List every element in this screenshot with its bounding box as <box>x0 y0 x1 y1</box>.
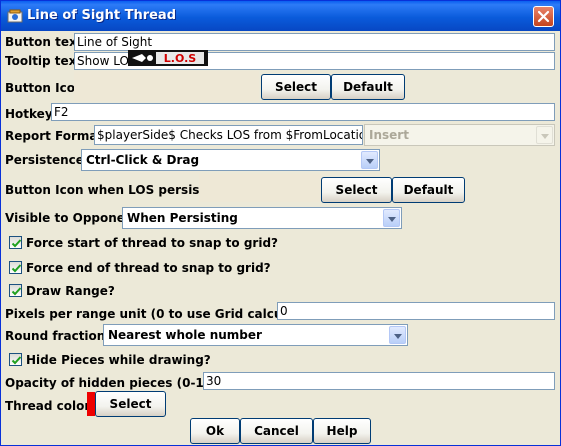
check-icon <box>11 356 22 365</box>
persist-icon-preview <box>199 174 321 202</box>
thread-color-label: Thread color: <box>5 399 96 413</box>
persistence-value: Ctrl-Click & Drag <box>86 153 200 167</box>
los-icon-text: L.O.S <box>164 52 196 65</box>
dialog-content: Button text: Line of Sight Tooltip text:… <box>1 31 560 445</box>
round-fractions-value: Nearest whole number <box>108 328 262 342</box>
visible-to-opponent-value: When Persisting <box>127 211 238 225</box>
chevron-down-icon[interactable] <box>389 326 406 344</box>
opacity-input[interactable]: 30 <box>203 372 555 390</box>
insert-dropdown[interactable]: Insert <box>364 124 555 146</box>
button-icon-default-button[interactable]: Default <box>331 74 405 100</box>
ok-button[interactable]: Ok <box>190 418 240 444</box>
help-button[interactable]: Help <box>313 418 371 444</box>
cancel-button[interactable]: Cancel <box>240 418 313 444</box>
app-icon <box>7 8 23 24</box>
persist-icon-select-button[interactable]: Select <box>321 177 392 203</box>
chevron-down-icon[interactable] <box>383 209 400 227</box>
check-icon <box>11 287 22 296</box>
hotkey-input[interactable]: F2 <box>51 103 555 121</box>
persist-icon-label: Button Icon when LOS persisting: <box>5 183 232 197</box>
round-fractions-dropdown[interactable]: Nearest whole number <box>103 324 408 346</box>
chevron-down-icon[interactable] <box>361 151 378 169</box>
hide-pieces-label: Hide Pieces while drawing? <box>26 353 211 367</box>
thread-color-swatch <box>87 392 95 416</box>
button-text-input[interactable]: Line of Sight <box>74 33 555 51</box>
window-title: Line of Sight Thread <box>27 8 176 23</box>
draw-range-label: Draw Range? <box>26 284 115 298</box>
check-icon <box>11 264 22 273</box>
report-format-input[interactable]: $playerSide$ Checks LOS from $FromLocati… <box>94 125 363 145</box>
button-icon-select-button[interactable]: Select <box>261 74 331 100</box>
dialog-window: Line of Sight Thread Button text: Line o… <box>0 0 561 446</box>
los-icon: L.O.S <box>128 50 208 66</box>
pixels-per-range-input[interactable]: 0 <box>277 302 555 320</box>
hotkey-label: Hotkey: <box>5 107 58 121</box>
hide-pieces-checkbox[interactable] <box>9 353 22 366</box>
snap-start-checkbox[interactable] <box>9 236 22 249</box>
close-icon <box>537 10 550 23</box>
button-icon-preview <box>74 71 259 101</box>
chevron-down-icon[interactable] <box>536 126 553 144</box>
close-button[interactable] <box>533 6 554 27</box>
thread-color-select-button[interactable]: Select <box>95 391 166 417</box>
persistence-label: Persistence: <box>5 153 89 167</box>
persistence-dropdown[interactable]: Ctrl-Click & Drag <box>81 149 380 171</box>
snap-start-label: Force start of thread to snap to grid? <box>26 236 278 250</box>
report-format-label: Report Format: <box>5 129 109 143</box>
draw-range-checkbox[interactable] <box>9 284 22 297</box>
check-icon <box>11 239 22 248</box>
round-fractions-label: Round fractions: <box>5 329 118 343</box>
insert-dropdown-label: Insert <box>369 128 409 142</box>
persist-icon-default-button[interactable]: Default <box>392 177 465 203</box>
snap-end-label: Force end of thread to snap to grid? <box>26 261 271 275</box>
snap-end-checkbox[interactable] <box>9 261 22 274</box>
visible-to-opponent-dropdown[interactable]: When Persisting <box>122 207 402 229</box>
title-bar[interactable]: Line of Sight Thread <box>1 1 560 31</box>
